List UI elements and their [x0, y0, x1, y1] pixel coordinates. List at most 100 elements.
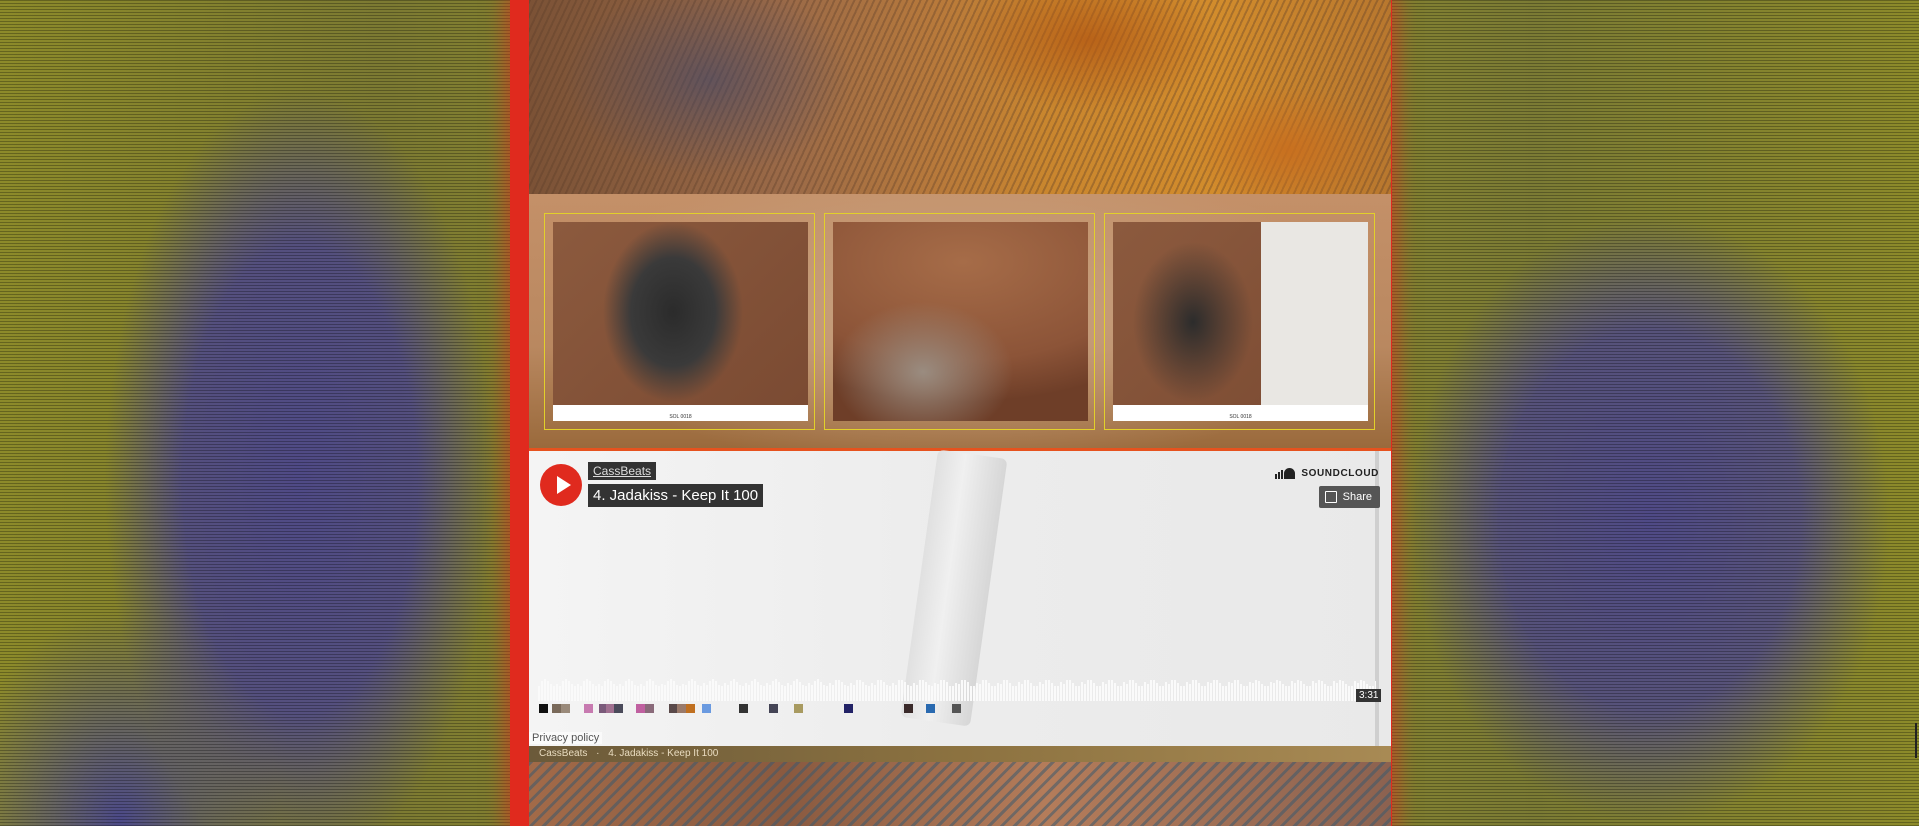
credit-uploader[interactable]: CassBeats — [539, 748, 587, 759]
waveform-bar — [592, 684, 594, 701]
waveform-bar — [1024, 680, 1026, 701]
uploader-link[interactable]: CassBeats — [588, 462, 657, 480]
soundcloud-logo[interactable]: SOUNDCLOUD — [1275, 466, 1379, 480]
play-button[interactable] — [540, 464, 582, 506]
commenter-avatar[interactable] — [677, 704, 686, 713]
waveform-bar — [835, 680, 837, 701]
commenter-avatar[interactable] — [926, 704, 935, 713]
share-button[interactable]: Share — [1318, 486, 1380, 508]
waveform-bar — [769, 685, 771, 701]
waveform-bar — [1075, 686, 1077, 701]
waveform-bar — [724, 683, 726, 701]
gallery-item-2[interactable] — [824, 213, 1095, 430]
commenter-avatar[interactable] — [844, 704, 853, 713]
waveform-bar — [979, 684, 981, 701]
waveform-bar — [721, 686, 723, 701]
waveform-bar — [1291, 681, 1293, 701]
waveform-bar — [988, 683, 990, 701]
waveform-bar — [631, 681, 633, 701]
commenter-avatar[interactable] — [769, 704, 778, 713]
gallery-image-rover-deck[interactable] — [833, 222, 1088, 421]
waveform-bar — [709, 681, 711, 701]
commenter-avatar[interactable] — [952, 704, 961, 713]
waveform-bar — [787, 683, 789, 701]
commenter-avatar[interactable] — [739, 704, 748, 713]
waveform-bar — [607, 679, 609, 701]
waveform-bar — [1327, 686, 1329, 701]
waveform-bar — [1018, 682, 1020, 701]
soundcloud-logo-icon — [1275, 467, 1297, 479]
credit-track[interactable]: 4. Jadakiss - Keep It 100 — [608, 748, 718, 759]
waveform-bar — [961, 680, 963, 701]
waveform-bar — [1204, 686, 1206, 701]
commenter-avatar[interactable] — [794, 704, 803, 713]
waveform-bar — [1051, 683, 1053, 701]
commenter-avatar[interactable] — [904, 704, 913, 713]
waveform-bar — [1141, 686, 1143, 701]
waveform-bar — [1195, 680, 1197, 701]
waveform-bar — [748, 685, 750, 701]
gallery-item-3[interactable]: SOL 0018 — [1104, 213, 1375, 430]
waveform-bar — [862, 682, 864, 701]
waveform-bar — [1009, 683, 1011, 701]
track-title[interactable]: 4. Jadakiss - Keep It 100 — [588, 484, 764, 507]
waveform-bar — [922, 680, 924, 701]
waveform-bar — [1228, 682, 1230, 701]
share-icon — [1324, 491, 1337, 503]
waveform[interactable] — [538, 673, 1376, 701]
waveform-bar — [1282, 684, 1284, 701]
page-content: SOL 0018 SOL 0018 CassBeats 4. Jadakiss … — [529, 0, 1391, 826]
waveform-bar — [997, 683, 999, 701]
waveform-bar — [1261, 684, 1263, 701]
waveform-bar — [844, 685, 846, 701]
commenter-avatar[interactable] — [702, 704, 711, 713]
waveform-bar — [688, 681, 690, 701]
waveform-bar — [877, 680, 879, 701]
waveform-bar — [904, 682, 906, 701]
commenter-avatar[interactable] — [539, 704, 548, 713]
gallery-image-rover-wheel[interactable]: SOL 0018 — [553, 222, 808, 421]
soundcloud-player: CassBeats 4. Jadakiss - Keep It 100 SOUN… — [529, 449, 1391, 746]
waveform-bar — [664, 685, 666, 701]
scrollbar[interactable] — [1915, 723, 1917, 758]
waveform-bar — [1297, 680, 1299, 701]
waveform-bar — [766, 683, 768, 701]
credit-separator: · — [596, 748, 600, 759]
waveform-bar — [808, 683, 810, 701]
waveform-bar — [958, 684, 960, 701]
waveform-bar — [736, 682, 738, 701]
waveform-bar — [1339, 680, 1341, 701]
soundcloud-brand: SOUNDCLOUD — [1301, 467, 1379, 479]
waveform-bar — [730, 681, 732, 701]
gallery-item-1[interactable]: SOL 0018 — [544, 213, 815, 430]
image-caption: SOL 0018 — [669, 414, 692, 420]
commenter-avatar[interactable] — [645, 704, 654, 713]
waveform-bar — [610, 681, 612, 701]
waveform-bar — [916, 685, 918, 701]
commenter-avatar[interactable] — [686, 704, 695, 713]
commenter-avatar[interactable] — [614, 704, 623, 713]
waveform-bar — [556, 684, 558, 701]
waveform-bar — [733, 679, 735, 701]
waveform-bar — [1309, 686, 1311, 701]
commenter-avatar[interactable] — [561, 704, 570, 713]
waveform-bar — [1177, 683, 1179, 701]
waveform-bar — [649, 679, 651, 701]
commenter-avatar[interactable] — [636, 704, 645, 713]
waveform-bar — [718, 685, 720, 701]
commenter-avatar[interactable] — [552, 704, 561, 713]
gallery-image-rover-arm[interactable]: SOL 0018 — [1113, 222, 1368, 421]
waveform-bar — [544, 679, 546, 701]
waveform-bar — [1063, 684, 1065, 701]
waveform-bar — [1342, 681, 1344, 701]
waveform-bar — [1027, 680, 1029, 701]
waveform-bar — [1210, 683, 1212, 701]
waveform-bar — [802, 685, 804, 701]
privacy-policy-link[interactable]: Privacy policy — [529, 732, 603, 744]
waveform-bar — [1060, 682, 1062, 701]
waveform-bar — [847, 686, 849, 701]
commenter-avatar[interactable] — [584, 704, 593, 713]
waveform-bar — [742, 686, 744, 701]
waveform-bar — [541, 681, 543, 701]
waveform-bar — [1069, 680, 1071, 701]
